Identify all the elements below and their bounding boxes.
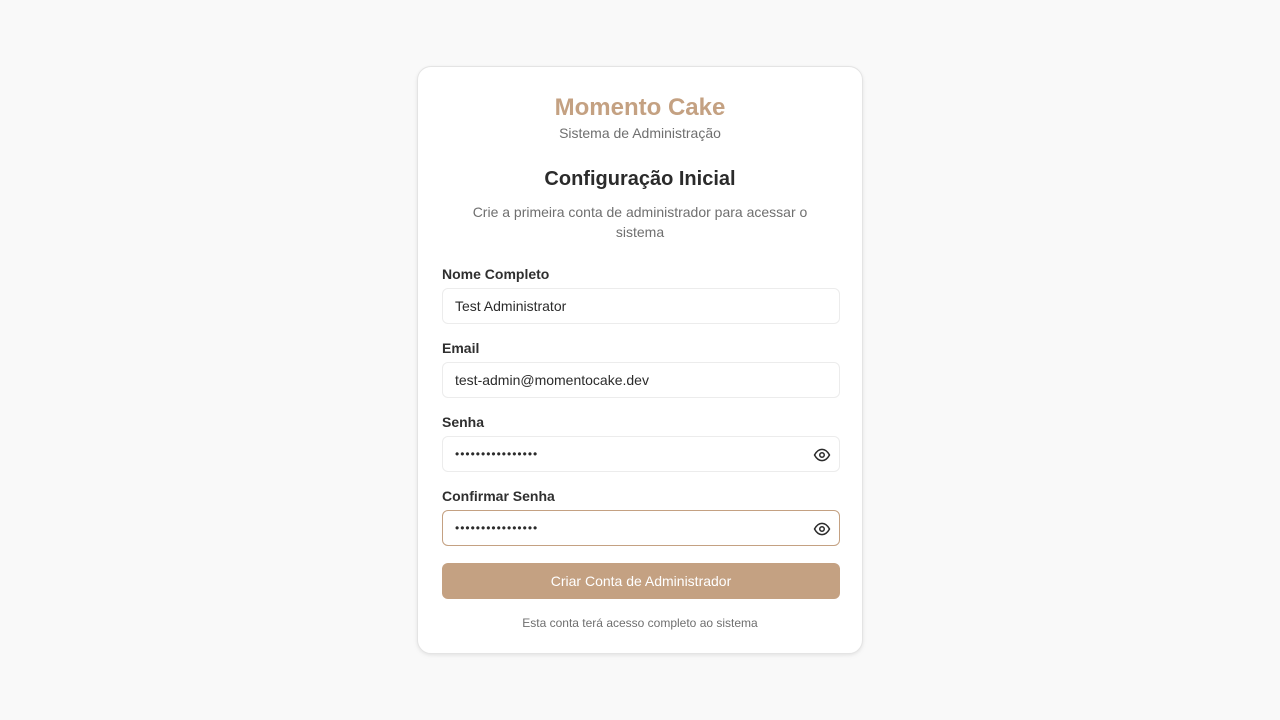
confirm-password-input[interactable] (455, 511, 795, 545)
setup-card: Momento Cake Sistema de Administração Co… (417, 66, 863, 654)
eye-icon[interactable] (813, 520, 831, 538)
confirm-password-label: Confirmar Senha (442, 488, 555, 504)
page-title: Configuração Inicial (544, 168, 736, 190)
name-input[interactable] (455, 289, 795, 323)
name-label: Nome Completo (442, 266, 550, 282)
email-field-box (442, 362, 840, 398)
password-input[interactable] (455, 437, 795, 471)
confirm-password-field-box (442, 510, 840, 546)
name-field-box (442, 288, 840, 324)
password-field-box (442, 436, 840, 472)
email-input[interactable] (455, 363, 795, 397)
create-admin-button[interactable]: Criar Conta de Administrador (442, 563, 840, 599)
email-label: Email (442, 340, 480, 356)
eye-icon[interactable] (813, 446, 831, 464)
brand-title: Momento Cake (554, 94, 726, 121)
password-label: Senha (442, 414, 485, 430)
page-description: Crie a primeira conta de administrador p… (472, 204, 808, 240)
footnote: Esta conta terá acesso completo ao siste… (522, 616, 758, 630)
brand-subtitle: Sistema de Administração (559, 125, 721, 141)
